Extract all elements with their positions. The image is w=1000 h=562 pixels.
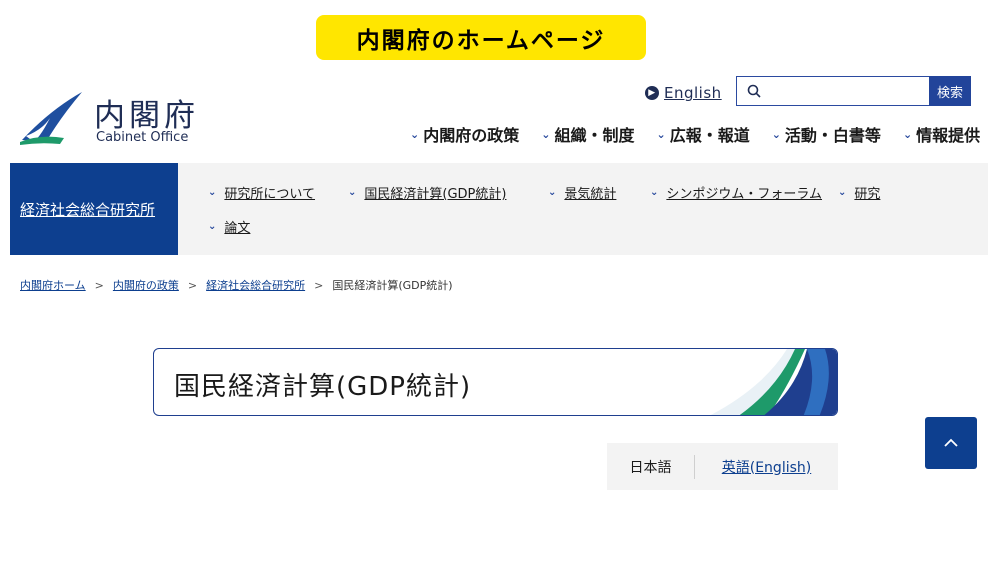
nav-label: 組織・制度 (554, 126, 635, 145)
chevron-down-icon: ⌄ (902, 127, 913, 141)
chevron-down-icon: ⌄ (656, 127, 666, 141)
chevron-down-icon: ⌄ (838, 187, 847, 198)
chevron-down-icon: ⌄ (348, 187, 357, 198)
back-to-top-button[interactable] (925, 417, 977, 469)
page-title-box: 国民経済計算(GDP統計) (153, 348, 838, 416)
caption-banner: 内閣府のホームページ (316, 15, 646, 60)
subnav-label: 国民経済計算(GDP統計) (364, 187, 507, 202)
subnav-label: 研究 (854, 187, 881, 202)
lang-english-link[interactable]: 英語(English) (695, 457, 838, 477)
english-link[interactable]: ▶ English (645, 82, 722, 104)
chevron-down-icon: ⌄ (208, 187, 217, 198)
nav-label: 活動・白書等 (784, 126, 881, 145)
search-form: 検索 (736, 76, 971, 106)
logo-text-en: Cabinet Office (96, 130, 189, 145)
breadcrumb-current: 国民経済計算(GDP統計) (332, 279, 453, 292)
chevron-down-icon: ⌄ (650, 187, 659, 198)
subnav-item-papers[interactable]: ⌄ 論文 (208, 217, 250, 236)
subnav-item-research[interactable]: ⌄ 研究 (838, 183, 880, 202)
nav-label: 広報・報道 (669, 126, 750, 145)
cabinet-office-emblem-icon (20, 92, 82, 145)
breadcrumb-separator: > (94, 278, 104, 292)
chevron-down-icon: ⌄ (771, 127, 781, 141)
search-button[interactable]: 検索 (929, 76, 971, 106)
section-title-link[interactable]: 経済社会総合研究所 (10, 163, 178, 255)
page-title: 国民経済計算(GDP統計) (174, 372, 472, 402)
title-decoration-swoosh (710, 349, 837, 415)
logo-text-jp: 内閣府 (94, 98, 199, 134)
global-nav: ⌄ 内閣府の政策 ⌄ 組織・制度 ⌄ 広報・報道 ⌄ 活動・白書等 ⌄ 情報提供 (410, 122, 980, 146)
english-link-label: English (664, 84, 722, 102)
chevron-up-icon (944, 438, 958, 447)
breadcrumb-policy[interactable]: 内閣府の政策 (113, 277, 179, 293)
subnav-label: 景気統計 (564, 187, 617, 202)
subnav-label: 研究所について (224, 187, 316, 202)
nav-item-activities[interactable]: ⌄ 活動・白書等 (772, 122, 881, 146)
nav-item-organization[interactable]: ⌄ 組織・制度 (541, 122, 634, 146)
chevron-down-icon: ⌄ (410, 127, 420, 141)
chevron-down-icon: ⌄ (208, 221, 217, 232)
lang-current-japanese: 日本語 (629, 459, 672, 476)
breadcrumb-esri[interactable]: 経済社会総合研究所 (206, 277, 305, 293)
breadcrumb-separator: > (314, 278, 324, 292)
nav-item-information[interactable]: ⌄ 情報提供 (903, 122, 980, 146)
breadcrumb-home[interactable]: 内閣府ホーム (20, 277, 86, 293)
subnav-item-symposium[interactable]: ⌄ シンポジウム・フォーラム (650, 183, 822, 202)
language-switch: 日本語 英語(English) (607, 443, 838, 490)
breadcrumb-separator: > (187, 278, 198, 292)
search-box[interactable] (736, 76, 929, 106)
cabinet-office-logo[interactable]: 内閣府 Cabinet Office (20, 88, 200, 148)
search-input[interactable] (767, 83, 917, 99)
section-subnav: 経済社会総合研究所 ⌄ 研究所について ⌄ 国民経済計算(GDP統計) ⌄ 景気統計 … (10, 163, 988, 255)
chevron-down-icon: ⌄ (541, 127, 551, 141)
subnav-item-about[interactable]: ⌄ 研究所について (208, 183, 315, 202)
subnav-item-business-stats[interactable]: ⌄ 景気統計 (548, 183, 616, 202)
breadcrumb: 内閣府ホーム > 内閣府の政策 > 経済社会総合研究所 > 国民経済計算(GDP… (20, 277, 453, 293)
chevron-down-icon: ⌄ (548, 187, 557, 198)
subnav-item-gdp[interactable]: ⌄ 国民経済計算(GDP統計) (348, 183, 506, 202)
subnav-label: シンポジウム・フォーラム (666, 187, 823, 202)
nav-item-policy[interactable]: ⌄ 内閣府の政策 (410, 122, 519, 146)
arrow-right-icon: ▶ (645, 86, 659, 100)
subnav-label: 論文 (224, 221, 251, 236)
nav-item-press[interactable]: ⌄ 広報・報道 (656, 122, 749, 146)
search-icon (747, 84, 761, 98)
nav-label: 内閣府の政策 (423, 126, 520, 145)
nav-label: 情報提供 (916, 126, 981, 145)
